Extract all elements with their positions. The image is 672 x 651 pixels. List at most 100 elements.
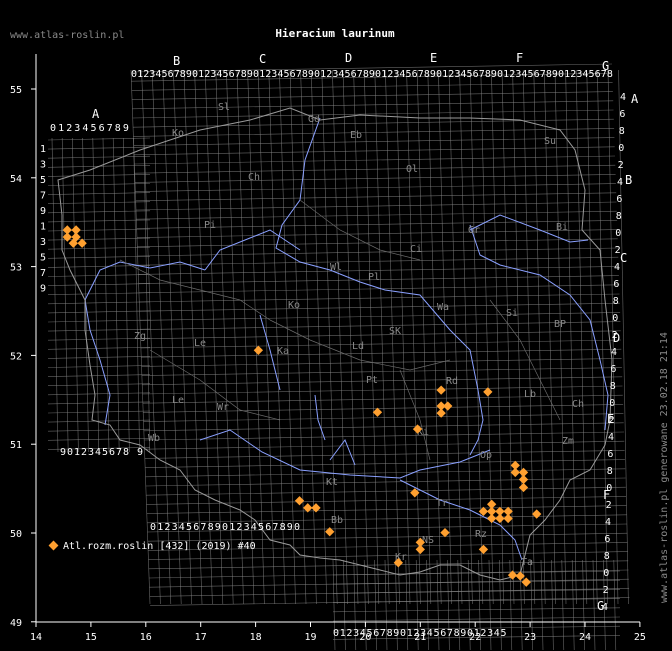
row-digit: 6 [607,449,613,460]
region-label: Ko [288,300,300,311]
x-tick-label: 19 [304,632,316,643]
grid-line [139,293,620,303]
region-label: Op [480,450,492,461]
y-tick-label: 51 [10,440,22,451]
grid-line [47,292,151,295]
region-label: Kt [326,477,338,488]
column-letter: E [430,51,437,65]
y-tick-label: 55 [10,85,22,96]
grid-line [332,607,621,613]
grid-line [47,137,151,141]
region-label: Rd [446,376,458,387]
grid-line [131,82,613,91]
digit-row: 012345678901234567890 [150,522,301,533]
region-label: Sl [218,102,230,113]
grid-line [112,137,120,453]
grid-line [385,69,400,605]
region-label: Ta [521,557,533,568]
digit-row: 01234567890123456789012345 [333,628,507,639]
region-label: Wl [330,262,342,273]
grid-line [332,598,621,603]
row-digit: 4 [620,92,626,103]
grid-line [47,365,151,368]
row-digit: 3 [40,237,46,248]
grid-line [134,174,616,183]
row-digit: 8 [613,296,619,307]
grid-line [47,283,151,286]
grid-line [134,155,616,165]
grid-line [332,579,621,585]
region-label: Ch [248,172,260,183]
row-letter: A [631,92,639,106]
site-url: www.atlas-roslin.pl [10,30,124,41]
distribution-map: Sl Gd Eb Su Ko Ch Ol Bi Pi Ci Gr Wl Pl Ko Wa Si BP Zg Le Ka… [10,27,670,651]
record-marker [495,513,505,524]
grid-line [134,164,616,174]
grid-line [448,69,463,605]
grid-line [47,319,151,323]
grid-line [139,312,621,321]
grid-line [47,146,151,150]
row-letter: F [603,488,610,502]
grid-line [142,376,623,386]
grid-line [135,183,616,192]
row-letter: G [597,599,604,613]
row-digit: 1 [40,144,46,155]
grid-line [469,69,484,605]
grid-line [544,69,556,605]
region-label: Le [172,395,184,406]
x-tick-label: 23 [524,632,536,643]
y-tick-label: 53 [10,263,22,274]
grid-line [47,237,151,241]
row-digit: 4 [611,347,617,358]
y-tick-label: 49 [10,618,22,629]
row-digit: 2 [603,585,609,596]
legend-label: Atl.rozm.roslin [432] (2019) #40 [63,541,256,552]
region-label: BP [554,319,566,330]
grid-line [47,310,151,314]
grid-line [512,69,525,605]
grid-line [374,69,390,605]
digit-row: 0123456789 [50,123,131,134]
grid-line [438,69,452,605]
x-tick-label: 14 [30,632,42,643]
river-path [199,429,491,479]
row-letter: C [620,251,627,265]
row-digit: 7 [40,268,46,279]
row-digit: 5 [40,253,46,264]
grid-line [139,302,620,312]
grid-line [575,69,588,605]
map-stage: { "header": { "site": "www.atlas-roslin.… [0,0,672,651]
region-outline [299,199,421,261]
grid-line [586,69,598,605]
region-label: Wr [217,402,229,413]
row-digit: 6 [604,534,610,545]
grid-line [137,238,618,248]
row-digit: 9 [40,206,46,217]
grid-line [133,128,615,137]
legend: Atl.rozm.roslin [432] (2019) #40 [48,540,256,552]
region-label: Zg [134,331,146,342]
x-tick-label: 24 [579,632,591,643]
record-marker [478,544,489,555]
grid-line [47,428,151,432]
row-digit: 0 [615,228,621,239]
record-markers [62,225,542,587]
x-tick-label: 18 [250,632,262,643]
grid-line [138,284,620,294]
row-digit: 6 [613,279,619,290]
digit-row: 0123456789012345678901234567890123456789… [131,69,613,80]
grid-line [47,301,151,305]
row-digit: 0 [609,398,615,409]
map-title: Hieracium laurinum [275,27,395,40]
grid-line [47,401,151,405]
x-tick-label: 17 [195,632,207,643]
row-digit: 7 [40,191,46,202]
grid-line [571,559,575,651]
river-path [314,394,326,441]
grid-line [47,374,151,377]
grid-line [613,559,617,651]
row-digit: 0 [603,568,609,579]
row-digit: 5 [40,175,46,186]
row-letter: D [613,331,620,345]
